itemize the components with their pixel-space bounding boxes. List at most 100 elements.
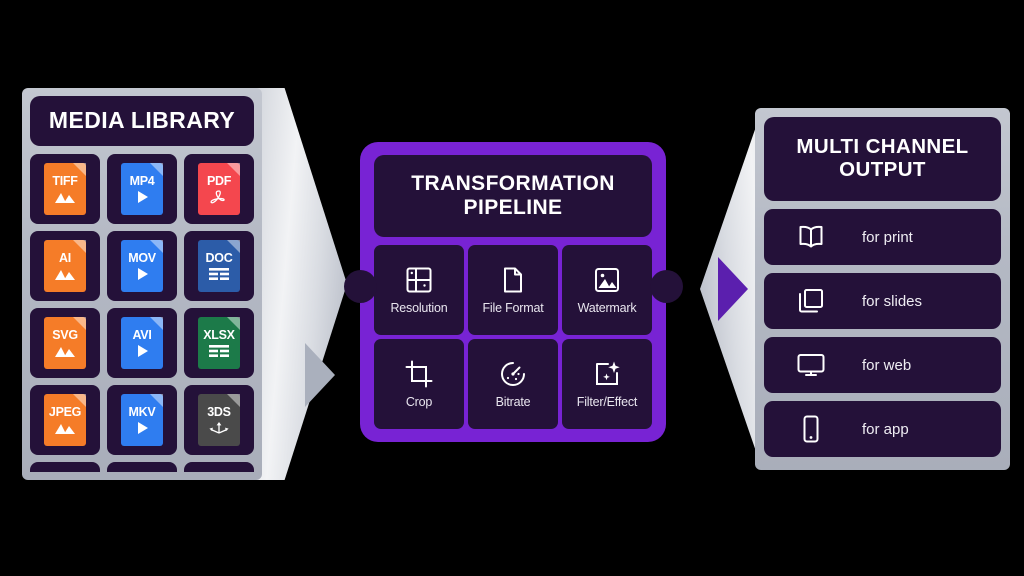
file-document-shape: JPEG <box>44 394 86 446</box>
pipeline-step[interactable]: Resolution <box>374 245 464 335</box>
output-panel: MULTI CHANNEL OUTPUT for print for slides… <box>755 108 1010 470</box>
output-title: MULTI CHANNEL OUTPUT <box>796 135 969 182</box>
file-type-label: MKV <box>128 405 156 419</box>
file-type-label: DOC <box>205 251 233 265</box>
left-arrow-triangle-icon <box>305 343 335 407</box>
file-type-label: PDF <box>206 174 232 188</box>
file-document-shape: SVG <box>44 317 86 369</box>
file-type-card[interactable]: XLSX <box>184 308 254 378</box>
output-panel-body: MULTI CHANNEL OUTPUT for print for slides… <box>764 117 1001 461</box>
media-library-panel: MEDIA LIBRARY TIFF MP4 PDF AI MOV DOC SVG AVI XL… <box>22 88 262 480</box>
file-type-card[interactable]: MP4 <box>107 154 177 224</box>
page-fold-icon <box>150 317 163 330</box>
output-channel-label: for print <box>862 228 913 246</box>
pipeline-title-line2: PIPELINE <box>463 196 563 219</box>
pipeline-step-label: Watermark <box>577 301 637 315</box>
multi-channel-output-group: MULTI CHANNEL OUTPUT for print for slides… <box>700 108 1010 470</box>
file-type-label: MOV <box>128 251 156 265</box>
pdf-icon <box>207 190 231 204</box>
play-icon <box>130 267 154 281</box>
pipeline-left-connector-node <box>344 270 377 303</box>
file-document-shape: AVI <box>121 317 163 369</box>
infographic-canvas: MEDIA LIBRARY TIFF MP4 PDF AI MOV DOC SVG AVI XL… <box>0 0 1024 576</box>
pipeline-step-label: Bitrate <box>495 395 531 409</box>
file-type-card[interactable]: AVI <box>107 308 177 378</box>
file-type-label: JPEG <box>48 405 82 419</box>
output-channel-label: for slides <box>862 292 923 310</box>
output-title-line2: OUTPUT <box>839 158 926 181</box>
file-document-shape: PDF <box>198 163 240 215</box>
file-document-shape: MP4 <box>121 163 163 215</box>
file-icon <box>498 265 528 295</box>
file-document-shape: AI <box>44 240 86 292</box>
file-document-shape: XLSX <box>198 317 240 369</box>
pipeline-step[interactable]: Bitrate <box>468 339 558 429</box>
image-icon <box>53 190 77 204</box>
output-channel-row[interactable]: for print <box>764 209 1001 265</box>
file-type-card-empty <box>30 462 100 472</box>
file-document-shape: 3DS <box>198 394 240 446</box>
file-type-label: SVG <box>52 328 78 342</box>
image-icon <box>53 344 77 358</box>
pipeline-header: TRANSFORMATION PIPELINE <box>374 155 652 237</box>
file-type-card-empty <box>184 462 254 472</box>
file-type-label: 3DS <box>207 405 231 419</box>
file-type-card[interactable]: MKV <box>107 385 177 455</box>
file-type-label: AVI <box>132 328 152 342</box>
file-type-card[interactable]: JPEG <box>30 385 100 455</box>
file-type-card[interactable]: PDF <box>184 154 254 224</box>
page-fold-icon <box>73 240 86 253</box>
file-type-card[interactable]: DOC <box>184 231 254 301</box>
image-icon <box>53 267 77 281</box>
pipeline-step[interactable]: Crop <box>374 339 464 429</box>
pipeline-step-label: Crop <box>405 395 433 409</box>
output-channel-row[interactable]: for app <box>764 401 1001 457</box>
media-library-body: MEDIA LIBRARY TIFF MP4 PDF AI MOV DOC SVG AVI XL… <box>30 96 254 472</box>
axis-icon <box>207 421 231 435</box>
file-type-card[interactable]: AI <box>30 231 100 301</box>
bitrate-icon <box>498 359 528 389</box>
book-icon <box>786 222 836 252</box>
lines-icon <box>207 267 231 281</box>
file-type-label: MP4 <box>129 174 155 188</box>
play-icon <box>130 344 154 358</box>
output-channel-label: for app <box>862 420 909 438</box>
pipeline-step[interactable]: Filter/Effect <box>562 339 652 429</box>
file-type-card[interactable]: MOV <box>107 231 177 301</box>
pipeline-step[interactable]: Watermark <box>562 245 652 335</box>
monitor-icon <box>786 350 836 380</box>
image-icon <box>53 421 77 435</box>
pipeline-title-line1: TRANSFORMATION <box>411 172 615 196</box>
file-type-card-empty <box>107 462 177 472</box>
pipeline-step-label: Filter/Effect <box>576 395 638 409</box>
slides-icon <box>786 286 836 316</box>
output-header: MULTI CHANNEL OUTPUT <box>764 117 1001 201</box>
phone-icon <box>786 414 836 444</box>
pipeline-step[interactable]: File Format <box>468 245 558 335</box>
file-type-card[interactable]: SVG <box>30 308 100 378</box>
crop-icon <box>404 359 434 389</box>
file-type-grid: TIFF MP4 PDF AI MOV DOC SVG AVI XLSX JPEG MKV 3DS <box>30 154 254 472</box>
output-channel-row[interactable]: for slides <box>764 273 1001 329</box>
media-library-group: MEDIA LIBRARY TIFF MP4 PDF AI MOV DOC SVG AVI XL… <box>22 88 347 480</box>
file-document-shape: DOC <box>198 240 240 292</box>
file-type-label: XLSX <box>203 328 235 342</box>
file-type-card[interactable]: TIFF <box>30 154 100 224</box>
watermark-icon <box>592 265 622 295</box>
file-type-card[interactable]: 3DS <box>184 385 254 455</box>
play-icon <box>130 421 154 435</box>
table-icon <box>207 344 231 358</box>
output-title-line1: MULTI CHANNEL <box>796 135 969 159</box>
pipeline-title: TRANSFORMATION PIPELINE <box>411 172 615 219</box>
media-library-header: MEDIA LIBRARY <box>30 96 254 146</box>
output-channel-row[interactable]: for web <box>764 337 1001 393</box>
transformation-pipeline-panel: TRANSFORMATION PIPELINE Resolution File F… <box>360 142 666 442</box>
file-document-shape: TIFF <box>44 163 86 215</box>
play-icon <box>130 190 154 204</box>
file-document-shape: MKV <box>121 394 163 446</box>
pipeline-steps-grid: Resolution File Format Watermark Crop Bitrat… <box>374 245 652 429</box>
file-type-label: AI <box>59 251 71 265</box>
resolution-icon <box>404 265 434 295</box>
right-arrow-triangle-icon <box>718 257 748 321</box>
pipeline-right-connector-node <box>650 270 683 303</box>
